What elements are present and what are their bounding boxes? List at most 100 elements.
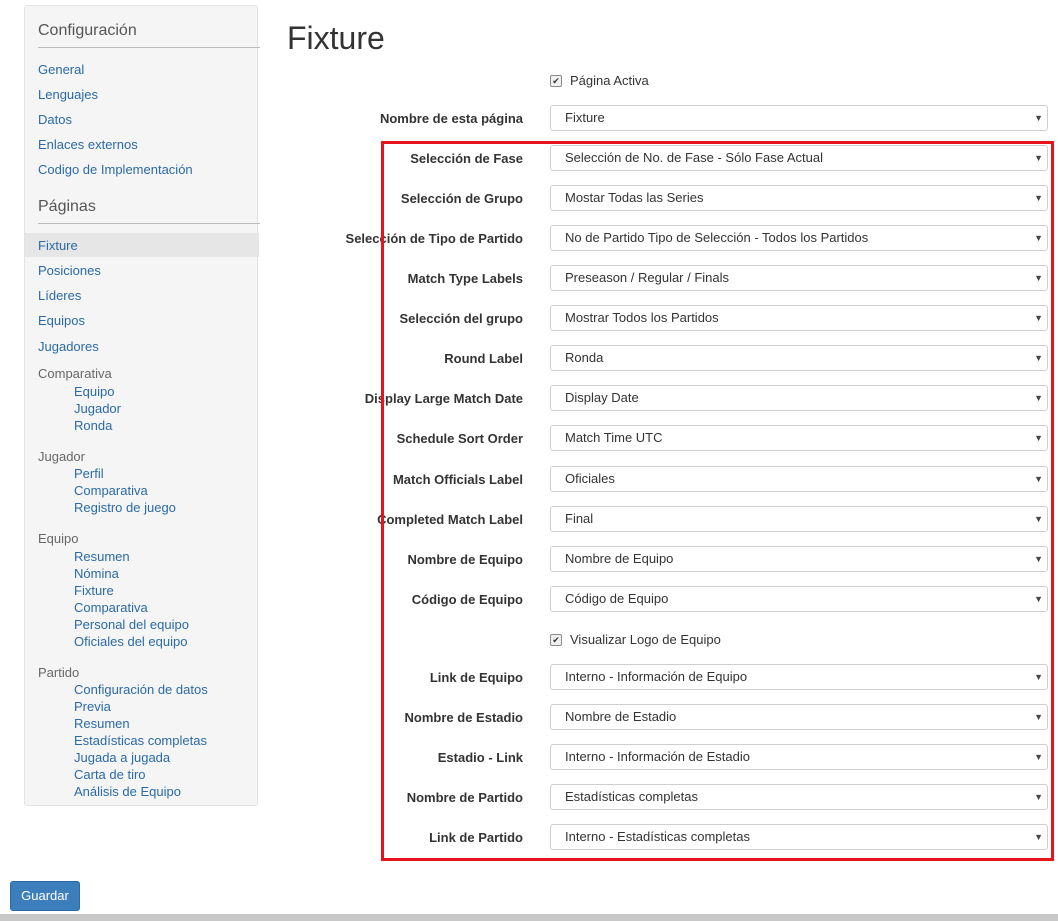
round-label-label: Round Label — [444, 351, 523, 366]
link-equipo-select[interactable]: Interno - Información de Equipo ▼ — [550, 664, 1048, 690]
page-title: Fixture — [287, 20, 385, 56]
group-label-equipo: Equipo — [38, 531, 79, 546]
sidebar-item-equipos[interactable]: Equipos — [38, 313, 85, 328]
page-name-label: Nombre de esta página — [379, 111, 523, 126]
round-label-select[interactable]: Ronda ▼ — [550, 345, 1048, 371]
sidebar-subitem-resumen[interactable]: Resumen — [74, 549, 130, 564]
link-partido-select[interactable]: Interno - Estadísticas completas ▼ — [550, 824, 1048, 850]
group-label-partido: Partido — [38, 665, 80, 680]
sidebar-subitem-comparativa[interactable]: Comparativa — [74, 483, 148, 498]
nombre-estadio-select[interactable]: Nombre de Estadio ▼ — [550, 704, 1048, 730]
sidebar-item-lenguajes[interactable]: Lenguajes — [38, 87, 98, 102]
grupo-select[interactable]: Mostar Todas las Series ▼ — [550, 185, 1048, 211]
tipo-partido-select[interactable]: No de Partido Tipo de Selección - Todos … — [550, 225, 1048, 251]
sidebar-subitem-configuracion-datos[interactable]: Configuración de datos — [74, 682, 208, 697]
grupo-label: Selección de Grupo — [400, 191, 523, 206]
chevron-down-icon: ▼ — [1034, 514, 1043, 524]
seleccion-grupo-select[interactable]: Mostrar Todos los Partidos ▼ — [550, 305, 1048, 331]
sidebar-subitem-jugada-a-jugada[interactable]: Jugada a jugada — [74, 750, 170, 765]
sidebar: Configuración General Lenguajes Datos En… — [24, 5, 260, 806]
logo-checkbox-row[interactable]: ✔ Visualizar Logo de Equipo — [550, 632, 721, 647]
sidebar-subitem-ronda[interactable]: Ronda — [74, 418, 112, 433]
chevron-down-icon: ▼ — [1034, 474, 1043, 484]
sort-order-select[interactable]: Match Time UTC ▼ — [550, 425, 1048, 451]
nombre-equipo-label: Nombre de Equipo — [407, 552, 523, 567]
completed-match-label-label: Completed Match Label — [377, 512, 523, 527]
sidebar-subitem-oficiales-equipo[interactable]: Oficiales del equipo — [74, 634, 187, 649]
sort-order-label: Schedule Sort Order — [396, 431, 523, 446]
estadio-link-label: Estadio - Link — [437, 750, 523, 765]
codigo-equipo-label: Código de Equipo — [411, 592, 523, 607]
sidebar-subitem-estadisticas-completas[interactable]: Estadísticas completas — [74, 733, 207, 748]
codigo-equipo-value: Código de Equipo — [565, 591, 669, 606]
sidebar-subitem-nomina[interactable]: Nómina — [74, 566, 119, 581]
group-label-jugador: Jugador — [38, 449, 85, 464]
save-button[interactable]: Guardar — [10, 881, 80, 911]
nombre-partido-select[interactable]: Estadísticas completas ▼ — [550, 784, 1048, 810]
checkmark-icon[interactable]: ✔ — [550, 633, 562, 646]
active-page-checkbox-row[interactable]: ✔ Página Activa — [550, 73, 649, 88]
page-name-select[interactable]: Fixture ▼ — [550, 105, 1048, 131]
chevron-down-icon: ▼ — [1034, 792, 1043, 802]
chevron-down-icon: ▼ — [1034, 752, 1043, 762]
nombre-partido-label: Nombre de Partido — [406, 790, 523, 805]
config-heading: Configuración — [38, 22, 260, 48]
checkmark-icon[interactable]: ✔ — [550, 74, 562, 87]
sidebar-item-datos[interactable]: Datos — [38, 112, 72, 127]
chevron-down-icon: ▼ — [1034, 832, 1043, 842]
chevron-down-icon: ▼ — [1034, 672, 1043, 682]
sidebar-subitem-personal-equipo[interactable]: Personal del equipo — [74, 617, 189, 632]
sidebar-subitem-registro-juego[interactable]: Registro de juego — [74, 500, 176, 515]
completed-match-label-value: Final — [565, 511, 594, 526]
codigo-equipo-select[interactable]: Código de Equipo ▼ — [550, 586, 1048, 612]
completed-match-label-select[interactable]: Final ▼ — [550, 506, 1048, 532]
nombre-equipo-select[interactable]: Nombre de Equipo ▼ — [550, 546, 1048, 572]
sidebar-subitem-analisis-equipo[interactable]: Análisis de Equipo — [74, 784, 181, 799]
large-match-date-select[interactable]: Display Date ▼ — [550, 385, 1048, 411]
nombre-partido-value: Estadísticas completas — [565, 789, 698, 804]
sidebar-subitem-equipo[interactable]: Equipo — [74, 384, 114, 399]
fase-select[interactable]: Selección de No. de Fase - Sólo Fase Act… — [550, 145, 1048, 171]
chevron-down-icon: ▼ — [1034, 233, 1043, 243]
sidebar-item-jugadores[interactable]: Jugadores — [38, 339, 99, 354]
sidebar-subitem-resumen-partido[interactable]: Resumen — [74, 716, 130, 731]
estadio-link-select[interactable]: Interno - Información de Estadio ▼ — [550, 744, 1048, 770]
bottom-scrollbar[interactable] — [0, 914, 1058, 921]
chevron-down-icon: ▼ — [1034, 712, 1043, 722]
chevron-down-icon: ▼ — [1034, 594, 1043, 604]
sidebar-subitem-previa[interactable]: Previa — [74, 699, 111, 714]
sidebar-subitem-jugador[interactable]: Jugador — [74, 401, 121, 416]
officials-label-select[interactable]: Oficiales ▼ — [550, 466, 1048, 492]
group-label-comparativa: Comparativa — [38, 366, 112, 381]
sidebar-item-enlaces-externos[interactable]: Enlaces externos — [38, 137, 138, 152]
chevron-down-icon: ▼ — [1034, 153, 1043, 163]
tipo-partido-label: Selección de Tipo de Partido — [345, 231, 523, 246]
sidebar-item-posiciones[interactable]: Posiciones — [38, 263, 101, 278]
chevron-down-icon: ▼ — [1034, 273, 1043, 283]
link-partido-label: Link de Partido — [429, 830, 523, 845]
tipo-partido-value: No de Partido Tipo de Selección - Todos … — [565, 230, 869, 245]
chevron-down-icon: ▼ — [1034, 554, 1043, 564]
round-label-value: Ronda — [565, 350, 604, 365]
sidebar-subitem-fixture[interactable]: Fixture — [74, 583, 114, 598]
sidebar-item-codigo-implementacion[interactable]: Codigo de Implementación — [38, 162, 193, 177]
sidebar-subitem-perfil[interactable]: Perfil — [74, 466, 104, 481]
seleccion-grupo-label: Selección del grupo — [399, 311, 523, 326]
pages-heading: Páginas — [38, 198, 260, 224]
chevron-down-icon: ▼ — [1034, 313, 1043, 323]
officials-label-value: Oficiales — [565, 471, 615, 486]
estadio-link-value: Interno - Información de Estadio — [565, 749, 750, 764]
match-type-labels-value: Preseason / Regular / Finals — [565, 270, 730, 285]
chevron-down-icon: ▼ — [1034, 393, 1043, 403]
sidebar-subitem-carta-de-tiro[interactable]: Carta de tiro — [74, 767, 146, 782]
chevron-down-icon: ▼ — [1034, 193, 1043, 203]
sidebar-item-fixture[interactable]: Fixture — [38, 238, 78, 253]
sidebar-subitem-comparativa-equipo[interactable]: Comparativa — [74, 600, 148, 615]
match-type-labels-select[interactable]: Preseason / Regular / Finals ▼ — [550, 265, 1048, 291]
nombre-estadio-label: Nombre de Estadio — [404, 710, 523, 725]
seleccion-grupo-value: Mostrar Todos los Partidos — [565, 310, 719, 325]
sidebar-item-general[interactable]: General — [38, 62, 84, 77]
nombre-equipo-value: Nombre de Equipo — [565, 551, 674, 566]
grupo-value: Mostar Todas las Series — [565, 190, 704, 205]
sidebar-item-lideres[interactable]: Líderes — [38, 288, 81, 303]
